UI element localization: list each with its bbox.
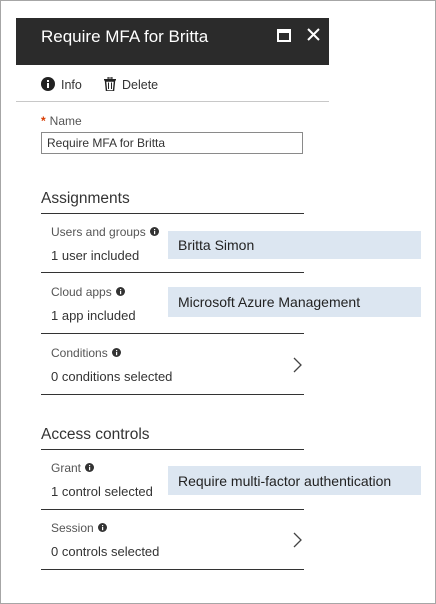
callout-users: Britta Simon	[168, 231, 421, 259]
session-label-text: Session	[51, 521, 94, 535]
info-icon	[85, 461, 95, 475]
info-label: Info	[61, 78, 82, 92]
callout-grant: Require multi-factor authentication	[168, 466, 421, 495]
info-button[interactable]: Info	[41, 75, 82, 95]
delete-button[interactable]: Delete	[104, 75, 158, 95]
row-divider	[41, 272, 304, 273]
cloud-apps-value: 1 app included	[51, 308, 136, 323]
session-row[interactable]: Session 0 controls selected	[41, 521, 304, 567]
name-input[interactable]	[41, 132, 303, 154]
info-icon	[115, 285, 125, 299]
info-icon	[97, 521, 107, 535]
grant-label: Grant	[51, 461, 95, 475]
chevron-right-icon	[293, 532, 302, 548]
conditions-label: Conditions	[51, 346, 121, 360]
grant-label-text: Grant	[51, 461, 82, 475]
session-value: 0 controls selected	[51, 544, 160, 559]
delete-label: Delete	[122, 78, 159, 92]
close-icon[interactable]	[306, 27, 321, 42]
users-and-groups-label: Users and groups	[51, 225, 159, 239]
row-divider	[41, 333, 304, 334]
row-divider	[41, 509, 304, 510]
blade-title: Require MFA for Britta	[41, 27, 209, 46]
conditions-row[interactable]: Conditions 0 conditions selected	[41, 346, 304, 392]
trash-icon	[104, 76, 122, 94]
conditions-label-text: Conditions	[51, 346, 108, 360]
users-and-groups-value: 1 user included	[51, 248, 140, 263]
info-icon	[41, 76, 61, 94]
assignments-heading: Assignments	[41, 190, 130, 207]
users-and-groups-label-text: Users and groups	[51, 225, 146, 239]
access-controls-divider	[41, 449, 304, 450]
maximize-icon[interactable]	[277, 29, 291, 42]
required-marker: *	[41, 114, 46, 128]
chevron-right-icon	[293, 357, 302, 373]
blade-title-bar: Require MFA for Britta	[16, 18, 329, 65]
row-divider	[41, 569, 304, 570]
info-icon	[149, 225, 159, 239]
cloud-apps-label-text: Cloud apps	[51, 285, 112, 299]
callout-apps: Microsoft Azure Management	[168, 287, 421, 317]
name-field-label: * Name	[41, 114, 82, 128]
session-label: Session	[51, 521, 107, 535]
info-icon	[111, 346, 121, 360]
access-controls-heading: Access controls	[41, 426, 150, 443]
name-label-text: Name	[49, 114, 82, 128]
grant-value: 1 control selected	[51, 484, 153, 499]
conditions-value: 0 conditions selected	[51, 369, 173, 384]
toolbar-divider	[16, 101, 329, 102]
row-divider	[41, 394, 304, 395]
assignments-divider	[41, 213, 304, 214]
cloud-apps-label: Cloud apps	[51, 285, 125, 299]
